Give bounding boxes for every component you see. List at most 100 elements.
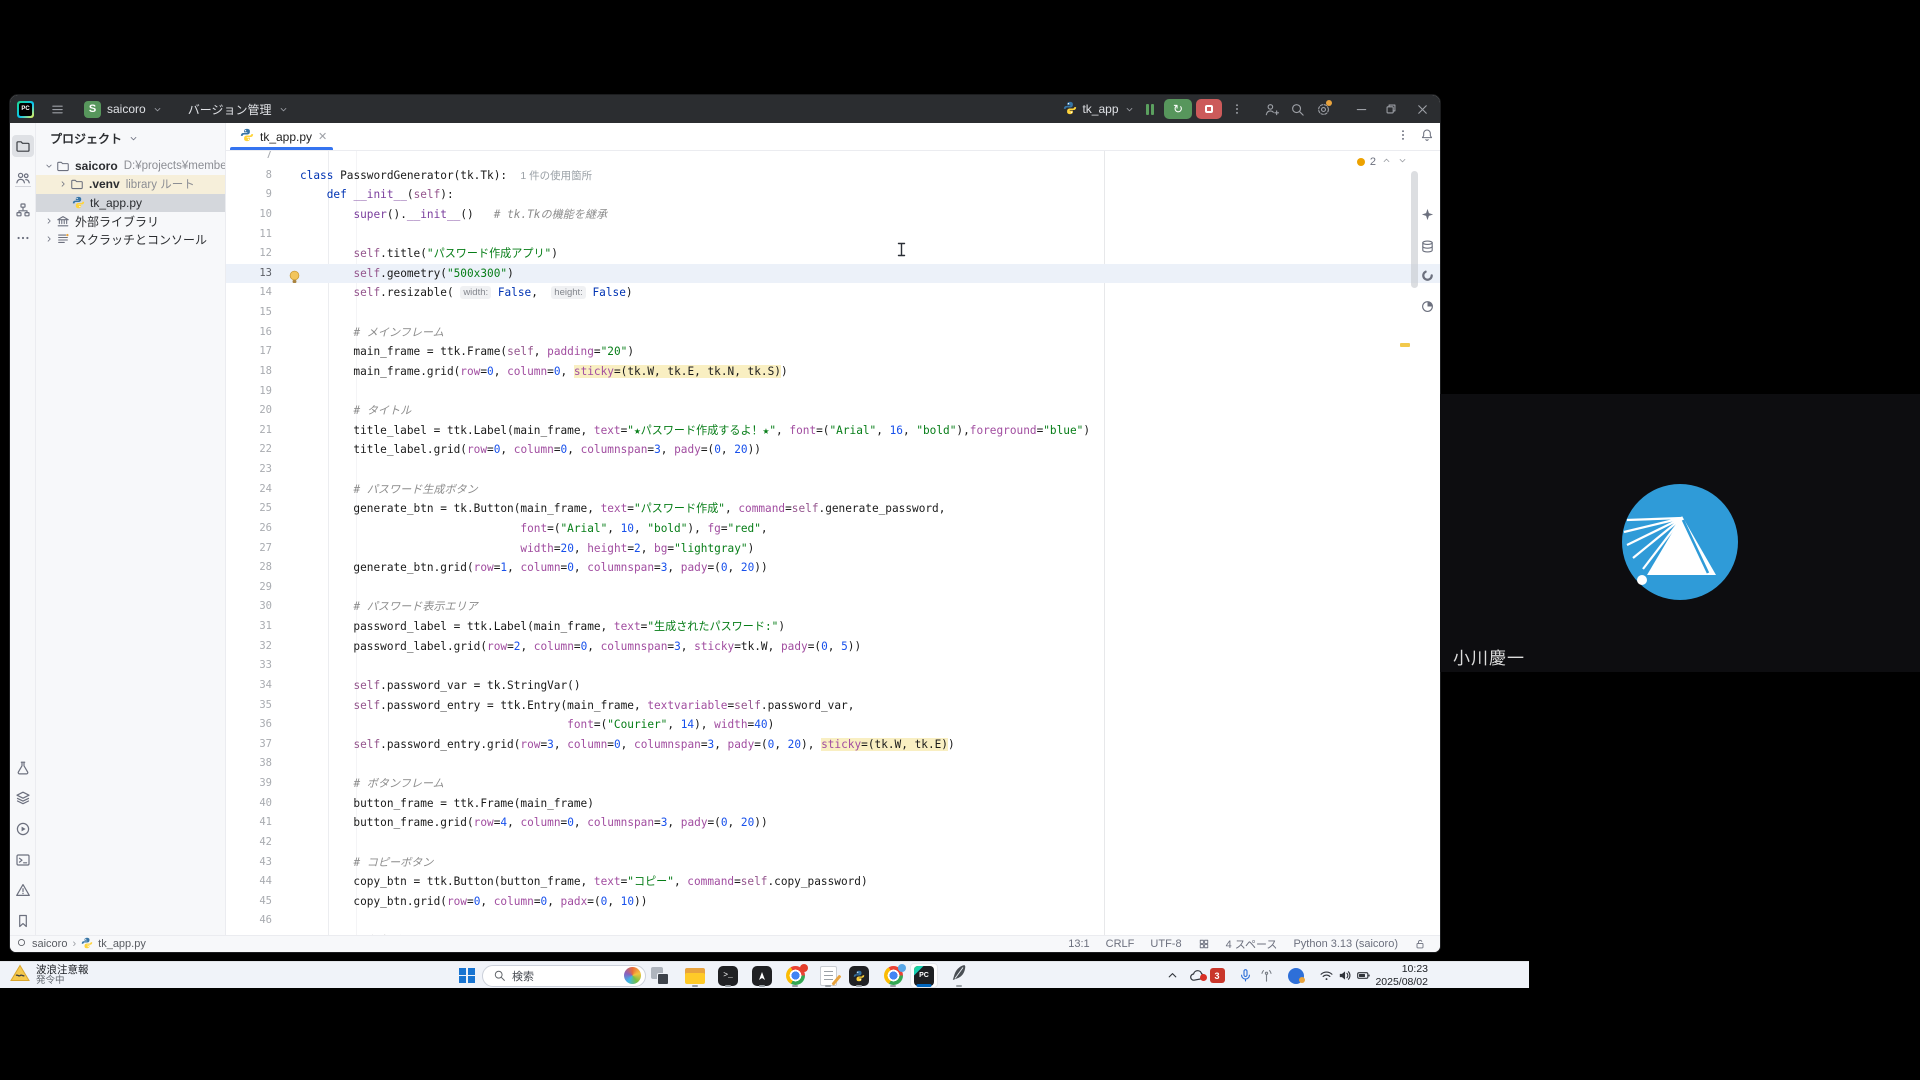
taskbar-explorer-button[interactable]: [683, 964, 707, 988]
code-line-26[interactable]: 26 font=("Arial", 10, "bold"), fg="red",: [226, 519, 1440, 539]
tray-chevron-up-icon[interactable]: [1161, 964, 1183, 988]
code-line-8[interactable]: 8class PasswordGenerator(tk.Tk): 1 件の使用箇…: [226, 166, 1440, 186]
rerun-button[interactable]: ↻: [1164, 99, 1192, 119]
tree-item-saicoro[interactable]: saicoroD:¥projects¥members¥saicoro: [36, 157, 225, 175]
taskbar-clock[interactable]: 10:23 2025/08/02: [1375, 963, 1428, 988]
tree-item-tk_app.py[interactable]: tk_app.py: [36, 194, 225, 212]
code-with-me-icon[interactable]: [1258, 95, 1284, 123]
search-icon[interactable]: [1284, 95, 1310, 123]
tray-profile-icon[interactable]: [1285, 964, 1307, 988]
project-widget[interactable]: S saicoro: [80, 95, 168, 125]
code-line-42[interactable]: 42: [226, 833, 1440, 853]
structure-tool-icon[interactable]: [12, 199, 34, 221]
taskbar-search[interactable]: 検索: [482, 965, 646, 987]
intention-bulb-icon[interactable]: [288, 270, 301, 285]
taskbar-python-window-button[interactable]: [847, 964, 871, 988]
tab-close-icon[interactable]: ✕: [318, 130, 327, 143]
terminal-tool-icon[interactable]: [12, 849, 34, 871]
code-line-36[interactable]: 36 font=("Courier", 14), width=40): [226, 715, 1440, 735]
taskbar-terminal-app-button[interactable]: >_: [716, 964, 740, 988]
database-tool-icon[interactable]: [1416, 235, 1438, 257]
code-line-15[interactable]: 15: [226, 303, 1440, 323]
taskbar-notepad-button[interactable]: [816, 964, 840, 988]
tab-tk-app[interactable]: tk_app.py ✕: [226, 123, 337, 150]
taskbar-pycharm-button[interactable]: PC: [910, 963, 938, 988]
status-item[interactable]: CRLF: [1106, 938, 1135, 950]
breadcrumb-project[interactable]: saicoro: [32, 938, 67, 950]
status-item[interactable]: 4 スペース: [1226, 936, 1278, 952]
tray-antenna-icon[interactable]: [1255, 964, 1277, 988]
code-line-7[interactable]: 7: [226, 151, 1440, 166]
close-button[interactable]: [1406, 95, 1438, 123]
code-line-35[interactable]: 35 self.password_entry = ttk.Entry(main_…: [226, 696, 1440, 716]
chevron-down-icon[interactable]: [1397, 155, 1408, 169]
tab-options-icon[interactable]: [1396, 128, 1410, 147]
settings-gear-icon[interactable]: [1310, 95, 1336, 123]
code-line-34[interactable]: 34 self.password_var = tk.StringVar(): [226, 676, 1440, 696]
status-item[interactable]: 13:1: [1068, 938, 1089, 950]
main-menu-button[interactable]: [44, 95, 70, 123]
project-tool-icon[interactable]: [12, 135, 34, 157]
pause-icon[interactable]: [1146, 104, 1155, 115]
editor[interactable]: 78class PasswordGenerator(tk.Tk): 1 件の使用…: [226, 151, 1440, 935]
code-line-14[interactable]: 14 self.resizable( width: False, height:…: [226, 283, 1440, 303]
code-line-29[interactable]: 29: [226, 578, 1440, 598]
inspections-widget[interactable]: 2: [1357, 155, 1408, 169]
coverage-icon[interactable]: [1416, 264, 1438, 286]
code-line-37[interactable]: 37 self.password_entry.grid(row=3, colum…: [226, 735, 1440, 755]
code-line-11[interactable]: 11: [226, 225, 1440, 245]
more-options-icon[interactable]: [1224, 95, 1250, 123]
stop-button[interactable]: [1196, 99, 1222, 119]
taskbar-chrome-blue-button[interactable]: [881, 964, 905, 988]
code-line-23[interactable]: 23: [226, 460, 1440, 480]
code-line-46[interactable]: 46: [226, 911, 1440, 931]
search-highlight-image[interactable]: [624, 967, 641, 984]
tree-item-外部ライブラリ[interactable]: 外部ライブラリ: [36, 212, 225, 230]
start-button[interactable]: [455, 964, 479, 987]
minimize-button[interactable]: [1346, 95, 1376, 123]
code-line-39[interactable]: 39 # ボタンフレーム: [226, 774, 1440, 794]
status-item[interactable]: UTF-8: [1150, 938, 1181, 950]
breadcrumb-file[interactable]: tk_app.py: [98, 938, 146, 950]
code-line-41[interactable]: 41 button_frame.grid(row=4, column=0, co…: [226, 813, 1440, 833]
code-line-30[interactable]: 30 # パスワード表示エリア: [226, 597, 1440, 617]
code-line-31[interactable]: 31 password_label = ttk.Label(main_frame…: [226, 617, 1440, 637]
chevron-right-icon[interactable]: [42, 234, 55, 244]
ai-assistant-icon[interactable]: [1416, 203, 1438, 225]
tray-battery-icon[interactable]: [1352, 964, 1374, 988]
code-line-24[interactable]: 24 # パスワード生成ボタン: [226, 480, 1440, 500]
bookmarks-icon[interactable]: [12, 910, 34, 932]
code-line-25[interactable]: 25 generate_btn = tk.Button(main_frame, …: [226, 499, 1440, 519]
tray-microphone-icon[interactable]: [1234, 964, 1256, 988]
code-line-40[interactable]: 40 button_frame = ttk.Frame(main_frame): [226, 794, 1440, 814]
vcs-widget[interactable]: バージョン管理: [184, 95, 294, 125]
notifications-bell-icon[interactable]: [1420, 128, 1434, 147]
python-packages-icon[interactable]: [12, 757, 34, 779]
code-line-12[interactable]: 12 self.title("パスワード作成アプリ"): [226, 244, 1440, 264]
unlock-icon[interactable]: [1414, 938, 1426, 950]
code-line-9[interactable]: 9 def __init__(self):: [226, 185, 1440, 205]
indent-grid-icon[interactable]: [1198, 938, 1210, 950]
tray-cloud-sync-icon[interactable]: [1186, 964, 1208, 988]
code-line-44[interactable]: 44 copy_btn = ttk.Button(button_frame, t…: [226, 872, 1440, 892]
chevron-up-icon[interactable]: [1381, 155, 1392, 169]
code-line-33[interactable]: 33: [226, 656, 1440, 676]
taskbar-chrome-red-button[interactable]: [783, 964, 807, 988]
project-panel-header[interactable]: プロジェクト: [36, 123, 225, 149]
code-line-10[interactable]: 10 super().__init__() # tk.Tkの機能を継承: [226, 205, 1440, 225]
taskbar-feather-button[interactable]: [947, 964, 971, 988]
services-icon[interactable]: [12, 787, 34, 809]
code-line-21[interactable]: 21 title_label = ttk.Label(main_frame, t…: [226, 421, 1440, 441]
code-line-27[interactable]: 27 width=20, height=2, bg="lightgray"): [226, 539, 1440, 559]
code-line-43[interactable]: 43 # コピーボタン: [226, 853, 1440, 873]
code-line-18[interactable]: 18 main_frame.grid(row=0, column=0, stic…: [226, 362, 1440, 382]
problems-icon[interactable]: [12, 879, 34, 901]
restore-button[interactable]: [1376, 95, 1406, 123]
more-tool-windows-icon[interactable]: [12, 227, 34, 249]
code-line-32[interactable]: 32 password_label.grid(row=2, column=0, …: [226, 637, 1440, 657]
run-tool-icon[interactable]: [12, 818, 34, 840]
chevron-down-icon[interactable]: [42, 161, 55, 171]
code-line-22[interactable]: 22 title_label.grid(row=0, column=0, col…: [226, 440, 1440, 460]
taskbar-dark-app-button[interactable]: [750, 964, 774, 988]
code-line-20[interactable]: 20 # タイトル: [226, 401, 1440, 421]
